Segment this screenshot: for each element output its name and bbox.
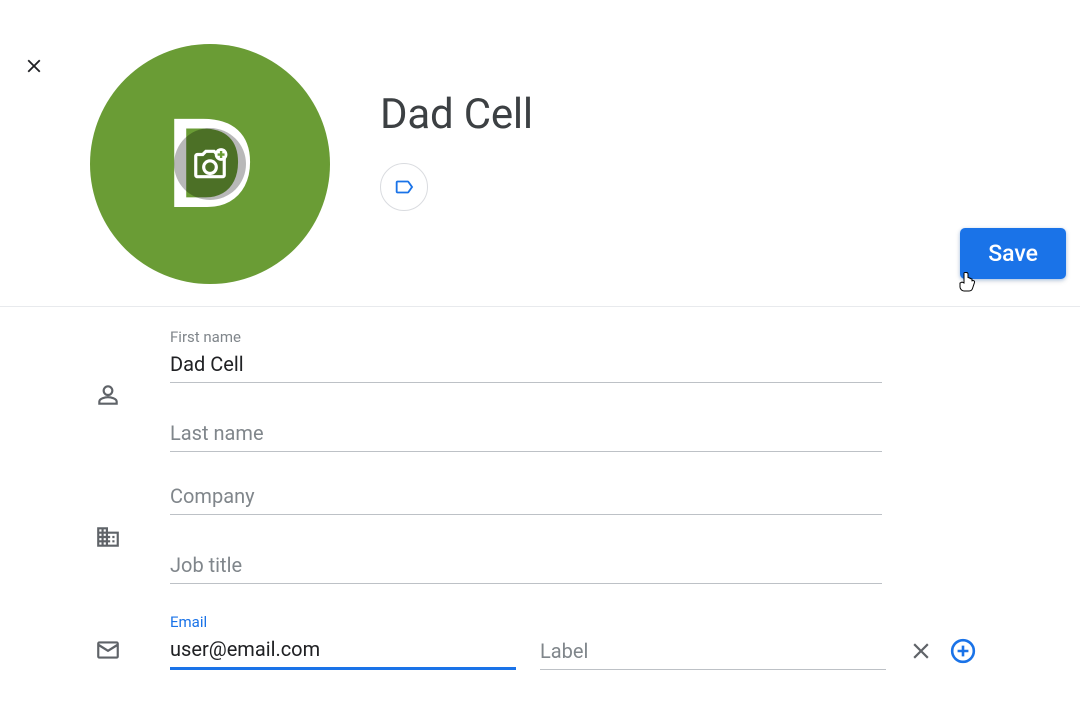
- company-field: [170, 480, 882, 515]
- contact-avatar: D: [90, 44, 330, 284]
- email-label-input[interactable]: [540, 635, 886, 670]
- email-label: Email: [170, 612, 516, 633]
- company-row: [90, 480, 990, 584]
- person-icon-wrapper: [90, 372, 126, 408]
- add-label-button[interactable]: [380, 163, 428, 211]
- email-input[interactable]: [170, 633, 516, 670]
- company-input[interactable]: [170, 480, 882, 515]
- first-name-field: First name: [170, 327, 882, 383]
- first-name-label: First name: [170, 327, 882, 348]
- job-title-input[interactable]: [170, 549, 882, 584]
- label-icon: [393, 176, 415, 198]
- email-icon-wrapper: [90, 619, 126, 663]
- save-button[interactable]: Save: [960, 228, 1066, 279]
- contact-header: D Dad Cell: [0, 0, 1080, 284]
- email-row: Email: [90, 612, 990, 670]
- email-label-field: [540, 635, 886, 670]
- edit-contact-form: First name Email: [0, 307, 1080, 670]
- clear-icon: [908, 638, 934, 664]
- job-title-field: [170, 549, 882, 584]
- name-row: First name: [90, 327, 990, 452]
- add-circle-icon: [950, 638, 976, 664]
- title-block: Dad Cell: [330, 44, 533, 211]
- building-icon: [95, 524, 121, 550]
- first-name-input[interactable]: [170, 348, 882, 383]
- last-name-input[interactable]: [170, 417, 882, 452]
- change-photo-button[interactable]: [174, 128, 246, 200]
- camera-add-icon: [191, 145, 229, 183]
- company-icon-wrapper: [90, 514, 126, 550]
- mail-icon: [95, 637, 121, 663]
- email-field: Email: [170, 612, 516, 670]
- contact-title: Dad Cell: [380, 90, 533, 139]
- add-email-button[interactable]: [948, 636, 978, 666]
- clear-email-button[interactable]: [906, 636, 936, 666]
- person-icon: [95, 382, 121, 408]
- last-name-field: [170, 417, 882, 452]
